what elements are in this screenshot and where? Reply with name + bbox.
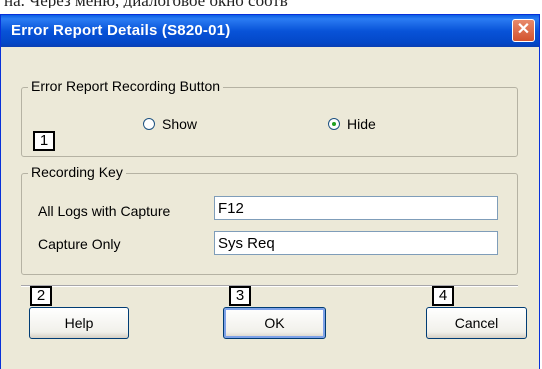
capture-only-label: Capture Only xyxy=(38,236,121,252)
callout-2: 2 xyxy=(30,286,52,306)
title-bar[interactable]: Error Report Details (S820-01) ✕ xyxy=(1,15,539,47)
hide-radio-label: Hide xyxy=(347,116,376,132)
close-button[interactable]: ✕ xyxy=(512,19,535,42)
show-radio-circle[interactable] xyxy=(143,118,155,130)
cancel-button[interactable]: Cancel xyxy=(426,307,527,339)
all-logs-label: All Logs with Capture xyxy=(38,203,171,219)
callout-3: 3 xyxy=(229,286,251,306)
ok-button[interactable]: OK xyxy=(223,307,326,339)
show-radio-label: Show xyxy=(162,116,198,132)
recording-button-group: Error Report Recording Button xyxy=(21,78,518,157)
capture-only-input[interactable] xyxy=(214,231,498,255)
recording-button-group-title: Error Report Recording Button xyxy=(28,78,224,94)
recording-key-group: Recording Key xyxy=(21,164,518,275)
cutoff-document-text: на. Через меню, диалоговое окно соотв xyxy=(0,0,542,8)
callout-1: 1 xyxy=(33,131,55,151)
window-title: Error Report Details (S820-01) xyxy=(11,22,231,39)
hide-radio-circle[interactable] xyxy=(328,118,340,130)
recording-key-group-title: Recording Key xyxy=(28,164,126,180)
callout-4: 4 xyxy=(432,286,454,306)
close-icon: ✕ xyxy=(516,21,531,38)
dialog-window: Error Report Details (S820-01) ✕ Error R… xyxy=(0,14,540,369)
hide-radio[interactable]: Hide xyxy=(328,116,376,132)
show-radio[interactable]: Show xyxy=(143,116,197,132)
help-button[interactable]: Help xyxy=(29,307,129,339)
all-logs-input[interactable] xyxy=(214,196,498,220)
